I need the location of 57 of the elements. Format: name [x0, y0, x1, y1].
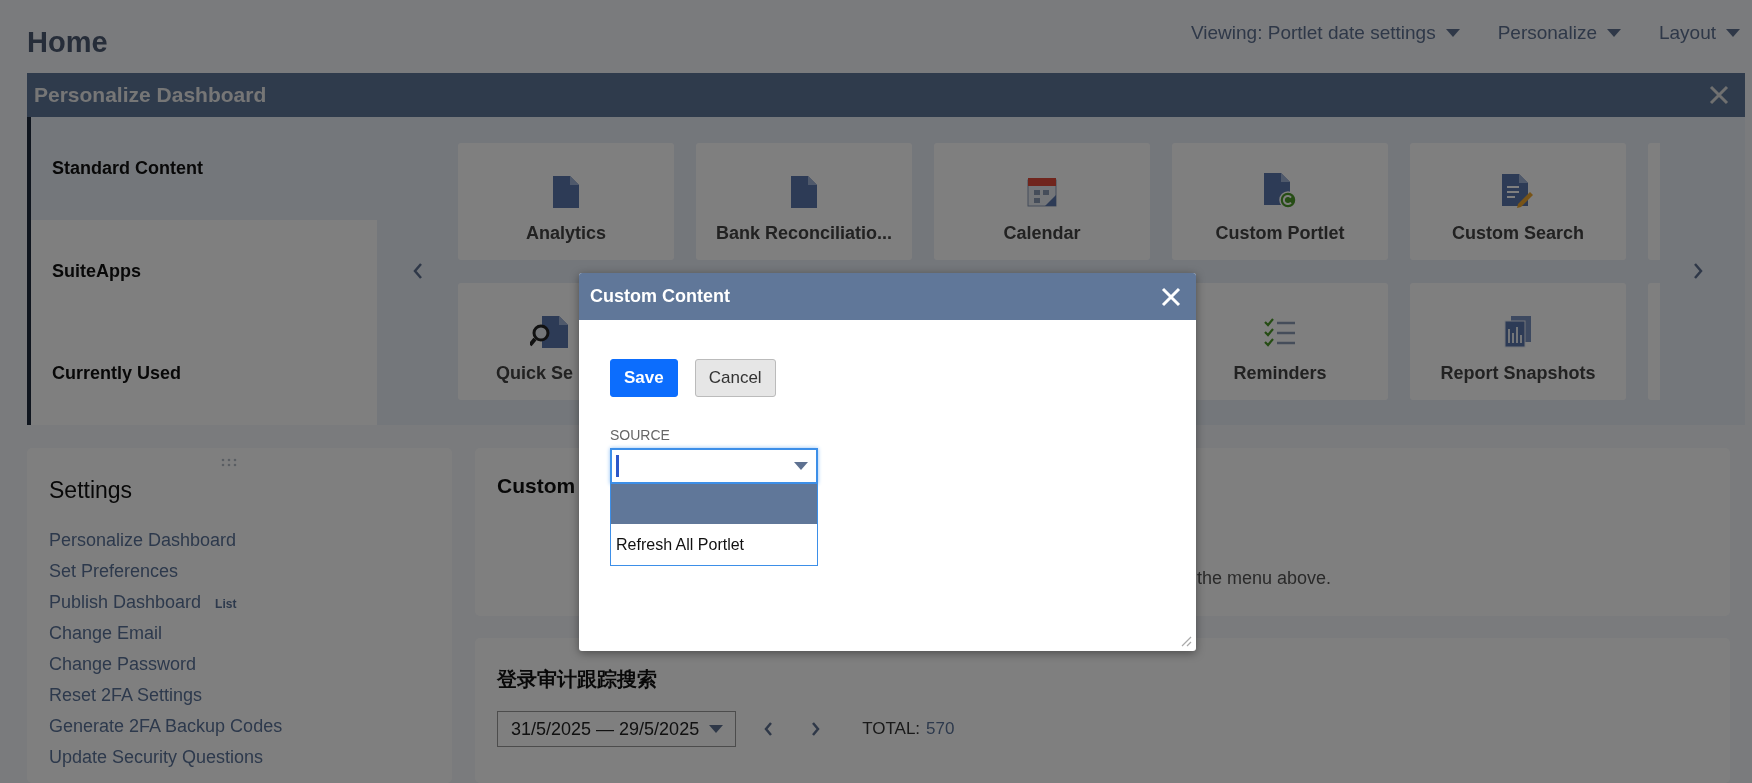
caret-icon	[1726, 29, 1740, 37]
document-icon	[789, 175, 819, 209]
resize-handle-icon	[1180, 635, 1192, 647]
settings-link[interactable]: Change Email	[49, 623, 163, 644]
field-label: SOURCE	[610, 427, 671, 443]
close-button[interactable]	[1709, 85, 1729, 105]
menu-dropdown[interactable]: Personalize	[1497, 22, 1621, 44]
chevron-left-icon	[764, 722, 774, 736]
close-icon	[1709, 85, 1729, 105]
content-tile[interactable]: Analytics	[458, 143, 674, 260]
menu-dropdown[interactable]: Layout	[1658, 22, 1740, 44]
drag-handle-icon	[221, 458, 237, 467]
checklist-icon	[1264, 317, 1296, 349]
category-tab[interactable]: SuiteApps	[31, 219, 377, 323]
content-tile[interactable]: Custom Search	[1410, 143, 1626, 260]
page-title: Home	[27, 26, 108, 59]
source-dropdown[interactable]	[610, 448, 818, 484]
caret-icon	[1445, 29, 1460, 37]
total-label: TOTAL:	[862, 719, 921, 739]
menu-dropdown[interactable]: Viewing: Portlet date settings	[1191, 22, 1460, 44]
caret-icon	[794, 462, 808, 470]
settings-link[interactable]: Set Preferences	[49, 561, 179, 582]
total-value: 570	[926, 719, 955, 739]
chevron-right-icon	[811, 722, 821, 736]
category-tab[interactable]: Currently Used	[31, 322, 377, 425]
previous-button[interactable]	[764, 722, 774, 736]
documents-icon	[1503, 315, 1533, 349]
document-badge-icon	[1262, 172, 1298, 209]
settings-link[interactable]: Reset 2FA Settings	[49, 685, 203, 706]
content-tile[interactable]: Report Snapshots	[1410, 283, 1626, 400]
settings-link[interactable]: Change Password	[49, 654, 197, 675]
caret-icon	[709, 725, 724, 733]
magnifier-document-icon	[530, 315, 568, 349]
document-pencil-icon	[1500, 173, 1536, 209]
portlet-title: Settings	[49, 477, 134, 504]
calendar-icon	[1027, 175, 1057, 209]
chevron-left-icon	[412, 263, 423, 279]
portlet-title: 登录审计跟踪搜索	[497, 667, 658, 692]
cancel-button[interactable]: Cancel	[694, 359, 776, 397]
document-icon	[551, 175, 581, 209]
caret-icon	[1606, 29, 1621, 37]
next-button[interactable]	[811, 722, 821, 736]
panel-title: Personalize Dashboard	[34, 83, 267, 107]
settings-link[interactable]: Generate 2FA Backup Codes	[49, 716, 283, 737]
content-tile[interactable]: Calendar	[934, 143, 1150, 260]
list-link[interactable]: List	[215, 597, 237, 611]
content-tile[interactable]: Bank Reconciliatio...	[696, 143, 912, 260]
close-icon	[1161, 286, 1181, 307]
settings-link[interactable]: Publish Dashboard	[49, 592, 202, 613]
content-tile[interactable]: Custom Portlet	[1172, 143, 1388, 260]
settings-link[interactable]: Personalize Dashboard	[49, 530, 237, 551]
save-button[interactable]: Save	[610, 359, 678, 397]
portlet-title: Custom	[497, 474, 577, 498]
settings-link[interactable]: Update Security Questions	[49, 747, 264, 768]
message-text: the menu above.	[1197, 568, 1333, 589]
date-range-dropdown[interactable]: 31/5/2025 — 29/5/2025	[497, 711, 737, 747]
chevron-right-icon	[1693, 263, 1703, 279]
